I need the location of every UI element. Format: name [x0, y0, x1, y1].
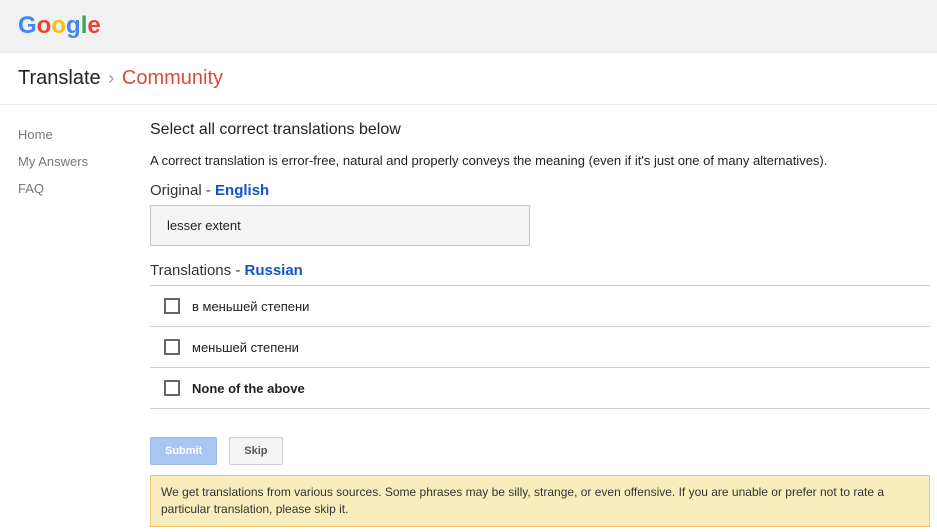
options-list: в меньшей степени меньшей степени None o… — [150, 285, 930, 409]
content: Select all correct translations below A … — [150, 121, 930, 527]
main-area: Home My Answers FAQ Select all correct t… — [0, 105, 937, 527]
option-label: в меньшей степени — [192, 299, 309, 314]
original-text-box: lesser extent — [150, 205, 530, 246]
sidebar-item-my-answers[interactable]: My Answers — [18, 148, 150, 175]
checkbox-icon[interactable] — [164, 298, 180, 314]
header-bar: Google — [0, 0, 937, 53]
breadcrumb-separator: › — [108, 68, 114, 88]
task-title: Select all correct translations below — [150, 121, 930, 139]
option-row[interactable]: в меньшей степени — [150, 285, 930, 326]
button-row: Submit Skip — [150, 437, 930, 465]
checkbox-icon[interactable] — [164, 339, 180, 355]
translations-language-link[interactable]: Russian — [244, 262, 302, 279]
option-row-none[interactable]: None of the above — [150, 367, 930, 409]
task-help: A correct translation is error-free, nat… — [150, 153, 930, 168]
original-label: Original - English — [150, 182, 930, 199]
breadcrumb-product[interactable]: Translate — [18, 67, 101, 89]
original-language-link[interactable]: English — [215, 182, 269, 199]
option-row[interactable]: меньшей степени — [150, 326, 930, 367]
skip-button[interactable]: Skip — [229, 437, 282, 465]
notice-box: We get translations from various sources… — [150, 475, 930, 527]
translations-label: Translations - Russian — [150, 262, 930, 279]
checkbox-icon[interactable] — [164, 380, 180, 396]
sidebar-item-faq[interactable]: FAQ — [18, 175, 150, 202]
breadcrumb: Translate › Community — [0, 53, 937, 105]
submit-button[interactable]: Submit — [150, 437, 217, 465]
option-label: меньшей степени — [192, 340, 299, 355]
sidebar: Home My Answers FAQ — [18, 121, 150, 527]
sidebar-item-home[interactable]: Home — [18, 121, 150, 148]
google-logo[interactable]: Google — [18, 12, 101, 40]
breadcrumb-section[interactable]: Community — [122, 67, 223, 89]
option-label-none: None of the above — [192, 381, 305, 396]
